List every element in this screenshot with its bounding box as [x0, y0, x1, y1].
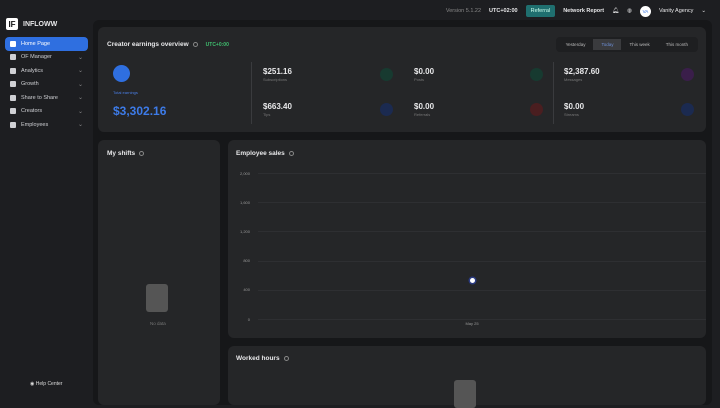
y-tick-label: 0 — [247, 316, 250, 322]
users-icon — [10, 121, 16, 128]
my-shifts-card: My shifts No data — [98, 140, 220, 405]
posts-icon — [530, 68, 543, 81]
grid-line — [258, 319, 706, 320]
earnings-overview-card: Creator earnings overview UTC+0:00 Yester… — [98, 27, 706, 132]
of-icon — [10, 54, 16, 61]
tab-yesterday[interactable]: Yesterday — [558, 39, 594, 50]
chevron-down-icon: ⌄ — [77, 108, 83, 115]
y-tick-label: 2,000 — [239, 170, 250, 176]
streams-icon — [681, 103, 694, 116]
grid-line — [258, 173, 706, 174]
stat-posts: $0.00 Posts — [414, 67, 435, 82]
version: Version 5.1.22 — [445, 8, 482, 14]
worked-title: Worked hours — [236, 355, 280, 362]
chevron-down-icon[interactable]: ⌄ — [701, 8, 706, 14]
chevron-down-icon: ⌄ — [77, 54, 83, 61]
grid-line — [258, 289, 706, 291]
info-icon — [283, 355, 289, 361]
no-data-icon — [454, 380, 476, 408]
share-icon — [10, 94, 16, 101]
data-point[interactable] — [469, 277, 475, 283]
chevron-down-icon: ⌄ — [77, 122, 83, 129]
tab-this-month[interactable]: This month — [658, 39, 696, 50]
logo: IF INFLOWW — [6, 18, 57, 30]
user-name[interactable]: Vanity Agency — [659, 8, 693, 14]
globe-icon[interactable]: ◍ — [627, 8, 632, 14]
tab-this-week[interactable]: This week — [621, 39, 657, 50]
chevron-down-icon: ⌄ — [77, 95, 83, 102]
grid-line — [258, 202, 706, 204]
stat-messages: $2,387.60 Messages — [564, 67, 600, 82]
overview-tz: UTC+0:00 — [205, 42, 229, 48]
no-data-text: No data — [150, 321, 166, 326]
sidebar-item-share[interactable]: Share to Share ⌄ — [5, 91, 88, 105]
x-tick-label: May 25 — [465, 321, 479, 326]
stat-streams: $0.00 Streams — [564, 102, 585, 117]
onlyfans-icon — [113, 65, 130, 82]
info-icon — [192, 41, 198, 47]
period-tabs: Yesterday Today This week This month — [555, 37, 698, 52]
subscriptions-icon — [380, 68, 393, 81]
total-earnings: $3,302.16 — [113, 104, 167, 118]
home-icon — [10, 40, 16, 47]
chevron-down-icon: ⌄ — [77, 81, 83, 88]
timezone[interactable]: UTC+02:00 — [489, 8, 518, 14]
stat-referrals: $0.00 Referrals — [414, 102, 435, 117]
help-center-button[interactable]: ◉ Help Center — [30, 381, 62, 387]
tips-icon — [380, 103, 393, 116]
sidebar-item-creators[interactable]: Creators ⌄ — [5, 105, 88, 119]
overview-title: Creator earnings overview — [107, 41, 189, 48]
network-report-button[interactable]: Network Report — [563, 8, 604, 14]
growth-icon — [10, 81, 16, 88]
shifts-title: My shifts — [107, 150, 136, 157]
stat-tips: $663.40 Tips — [263, 102, 292, 117]
sidebar-item-of-manager[interactable]: OF Manager ⌄ — [5, 51, 88, 65]
user-icon — [10, 108, 16, 115]
info-icon — [139, 150, 145, 156]
chart-title: Employee sales — [236, 150, 285, 157]
top-bar: Version 5.1.22 UTC+02:00 Referral Networ… — [0, 0, 720, 22]
y-tick-label: 800 — [243, 258, 250, 264]
sidebar-item-analytics[interactable]: Analytics ⌄ — [5, 64, 88, 78]
avatar[interactable]: VA — [639, 5, 651, 17]
y-tick-label: 1,200 — [239, 228, 250, 234]
sidebar-item-home[interactable]: Home Page — [5, 37, 88, 51]
chart-icon — [10, 67, 16, 74]
sidebar-item-growth[interactable]: Growth ⌄ — [5, 78, 88, 92]
chevron-down-icon: ⌄ — [77, 68, 83, 75]
sidebar-item-employees[interactable]: Employees ⌄ — [5, 118, 88, 132]
y-tick-label: 400 — [243, 287, 250, 293]
employee-sales-card: Employee sales — [228, 140, 706, 338]
worked-hours-card: Worked hours — [228, 346, 706, 408]
sidebar: Home Page OF Manager ⌄ Analytics ⌄ Growth ⌄… — [5, 37, 88, 132]
info-icon — [288, 150, 294, 156]
stat-subscriptions: $251.16 Subscriptions — [263, 67, 292, 82]
grid-line — [258, 231, 706, 233]
total-earnings-label: Total earnings — [113, 90, 138, 95]
referrals-icon — [530, 103, 543, 116]
messages-icon — [681, 68, 694, 81]
grid-line — [258, 260, 706, 262]
no-data-icon — [146, 284, 168, 312]
bell-icon[interactable]: 🔔︎ — [612, 8, 619, 14]
tab-today[interactable]: Today — [593, 39, 622, 50]
y-tick-label: 1,600 — [239, 199, 250, 205]
referral-button[interactable]: Referral — [525, 5, 556, 17]
